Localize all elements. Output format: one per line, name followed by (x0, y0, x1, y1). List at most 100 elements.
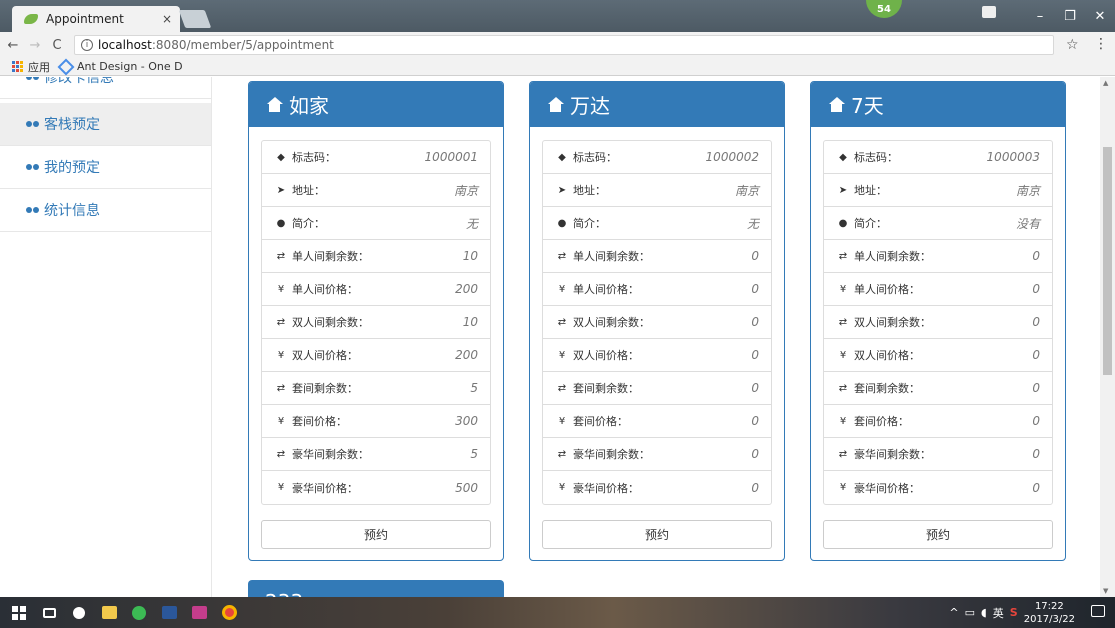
clock-date: 2017/3/22 (1023, 613, 1075, 625)
book-button[interactable]: 预约 (823, 520, 1053, 549)
taskbar: ^ ▭ ◖ 英 S 17:22 2017/3/22 (0, 597, 1115, 628)
leaf-favicon-icon (24, 14, 38, 24)
retweet-icon: ⇄ (557, 316, 567, 328)
close-window-icon[interactable]: ✕ (1085, 9, 1115, 24)
hotel-info-list: ◆ 标志码： 1000003 ➤ 地址： 南京 ● 简介： 没有 ⇄ 单人间剩余数： 0 ¥ 单人… (823, 140, 1053, 505)
chrome-icon[interactable] (214, 597, 244, 628)
row-suite-price: ¥ 套间价格： 300 (262, 405, 490, 438)
intellij-icon[interactable] (184, 597, 214, 628)
clock[interactable]: 17:22 2017/3/22 (1024, 600, 1075, 626)
ant-design-icon (57, 58, 75, 75)
volume-icon[interactable]: ◖ (981, 606, 987, 619)
tray-chevron-icon[interactable]: ^ (949, 606, 958, 619)
comments-icon: ● (276, 217, 286, 229)
tab-close-icon[interactable]: × (162, 12, 172, 26)
sidebar-item-label: 客栈预定 (44, 117, 100, 133)
group-icon (26, 77, 39, 82)
retweet-icon: ⇄ (838, 448, 848, 460)
row-deluxe-left: ⇄ 豪华间剩余数： 5 (262, 438, 490, 471)
forward-arrow-icon[interactable]: → (26, 38, 44, 53)
hotel-card: 如家 ◆ 标志码： 1000001 ➤ 地址： 南京 ● 简介：无 ⇄ 单人间剩余数： 10 … (248, 81, 504, 561)
app-icon[interactable] (64, 597, 94, 628)
reload-icon[interactable]: C (48, 38, 66, 53)
row-deluxe-price: ¥ 豪华间价格： 0 (558, 480, 759, 495)
retweet-icon: ⇄ (276, 382, 286, 394)
bookmark-apps[interactable]: 应用 (28, 59, 50, 75)
apps-grid-icon[interactable] (12, 60, 24, 73)
file-explorer-icon[interactable] (94, 597, 124, 628)
row-intro: ● 简介：无 (543, 207, 771, 240)
scroll-thumb[interactable] (1103, 147, 1112, 375)
restore-icon[interactable]: ❐ (1055, 9, 1085, 24)
location-arrow-icon: ➤ (276, 184, 286, 196)
bookmark-star-icon[interactable]: ☆ (1066, 37, 1079, 53)
hotel-card-header: 7天 (811, 82, 1065, 127)
task-view-icon[interactable] (34, 597, 64, 628)
extension-badge[interactable]: 54 (866, 0, 902, 18)
bookmark-ant-design[interactable]: Ant Design - One D (77, 60, 183, 73)
row-double-price: ¥ 双人间价格： 0 (824, 339, 1052, 372)
kebab-menu-icon[interactable]: ⋮ (1094, 36, 1108, 52)
row-single-price: ¥ 单人间价格： 0 (824, 273, 1052, 306)
home-icon (547, 96, 564, 113)
minimize-icon[interactable]: – (1025, 9, 1055, 24)
new-tab-button[interactable] (178, 10, 212, 28)
row-suite-price: ¥ 套间价格： 0 (824, 405, 1052, 438)
info-icon[interactable]: i (81, 39, 93, 51)
row-double-price: ¥ 双人间价格： 200 (262, 339, 490, 372)
retweet-icon: ⇄ (276, 316, 286, 328)
yen-icon: ¥ (839, 349, 847, 361)
row-code: ◆ 标志码： 1000001 (262, 141, 490, 174)
row-double-left: ⇄ 双人间剩余数： 0 (824, 306, 1052, 339)
sidebar-item-edit-card[interactable]: 修改卡信息 (0, 77, 211, 99)
browser-titlebar: Appointment × 54 – ❐ ✕ (0, 0, 1115, 32)
tag-icon: ◆ (839, 151, 847, 163)
book-button[interactable]: 预约 (542, 520, 772, 549)
scroll-up-icon[interactable]: ▲ (1103, 79, 1108, 87)
hotel-card-partial: 233 (248, 580, 504, 597)
sidebar-item-inn-booking[interactable]: 客栈预定 (0, 103, 211, 146)
row-address: ➤ 地址： 南京 (262, 174, 490, 207)
hotel-info-list: ◆ 标志码： 1000002 ➤ 地址： 南京 ● 简介：无 ⇄ 单人间剩余数： 0 ¥ 单人间… (542, 140, 772, 505)
sidebar-item-label: 我的预定 (44, 160, 100, 176)
sidebar-item-label: 修改卡信息 (44, 77, 114, 86)
hotel-card-header: 万达 (530, 82, 784, 127)
back-arrow-icon[interactable]: ← (4, 38, 22, 53)
browser-app-icon[interactable] (124, 597, 154, 628)
notification-icon[interactable] (1091, 605, 1105, 617)
page-viewport: 修改卡信息 客栈预定 我的预定 统计信息 如家 ◆ 标志码： 1000001 ➤ 地址… (0, 77, 1115, 597)
yen-icon: ¥ (839, 482, 847, 493)
scroll-down-icon[interactable]: ▼ (1103, 587, 1108, 595)
sidebar-item-my-bookings[interactable]: 我的预定 (0, 146, 211, 189)
address-bar: ← → C i localhost:8080/member/5/appointm… (0, 32, 1115, 58)
row-suite-left: ⇄ 套间剩余数： 0 (543, 372, 771, 405)
word-icon[interactable] (154, 597, 184, 628)
row-deluxe-price: ¥ 豪华间价格： 0 (839, 480, 1040, 495)
network-icon[interactable]: ▭ (965, 606, 975, 619)
url-path: :8080/member/5/appointment (151, 38, 334, 52)
retweet-icon: ⇄ (838, 250, 848, 262)
url-input[interactable]: i localhost:8080/member/5/appointment (74, 35, 1054, 55)
row-double-left: ⇄ 双人间剩余数： 10 (262, 306, 490, 339)
ime-indicator[interactable]: 英 (993, 605, 1004, 621)
book-button[interactable]: 预约 (261, 520, 491, 549)
retweet-icon: ⇄ (276, 250, 286, 262)
tab-title: Appointment (46, 12, 124, 26)
browser-tab[interactable]: Appointment × (12, 6, 180, 32)
profile-icon[interactable] (982, 6, 996, 18)
hotel-card-header: 如家 (249, 82, 503, 127)
row-single-price: ¥ 单人间价格： 0 (543, 273, 771, 306)
hotel-info-list: ◆ 标志码： 1000001 ➤ 地址： 南京 ● 简介：无 ⇄ 单人间剩余数： 10 ¥ 单人… (261, 140, 491, 505)
sidebar: 修改卡信息 客栈预定 我的预定 统计信息 (0, 77, 212, 597)
retweet-icon: ⇄ (838, 316, 848, 328)
windows-start-icon[interactable] (4, 597, 34, 628)
row-single-left: ⇄ 单人间剩余数： 0 (543, 240, 771, 273)
retweet-icon: ⇄ (276, 448, 286, 460)
row-single-left: ⇄ 单人间剩余数： 0 (824, 240, 1052, 273)
sogou-icon[interactable]: S (1010, 606, 1018, 619)
hotel-name: 如家 (289, 94, 329, 118)
sidebar-item-statistics[interactable]: 统计信息 (0, 189, 211, 232)
page-scrollbar[interactable]: ▲ ▼ (1100, 77, 1115, 597)
hotel-name: 7天 (851, 94, 884, 118)
row-deluxe-left: ⇄ 豪华间剩余数： 0 (824, 438, 1052, 471)
